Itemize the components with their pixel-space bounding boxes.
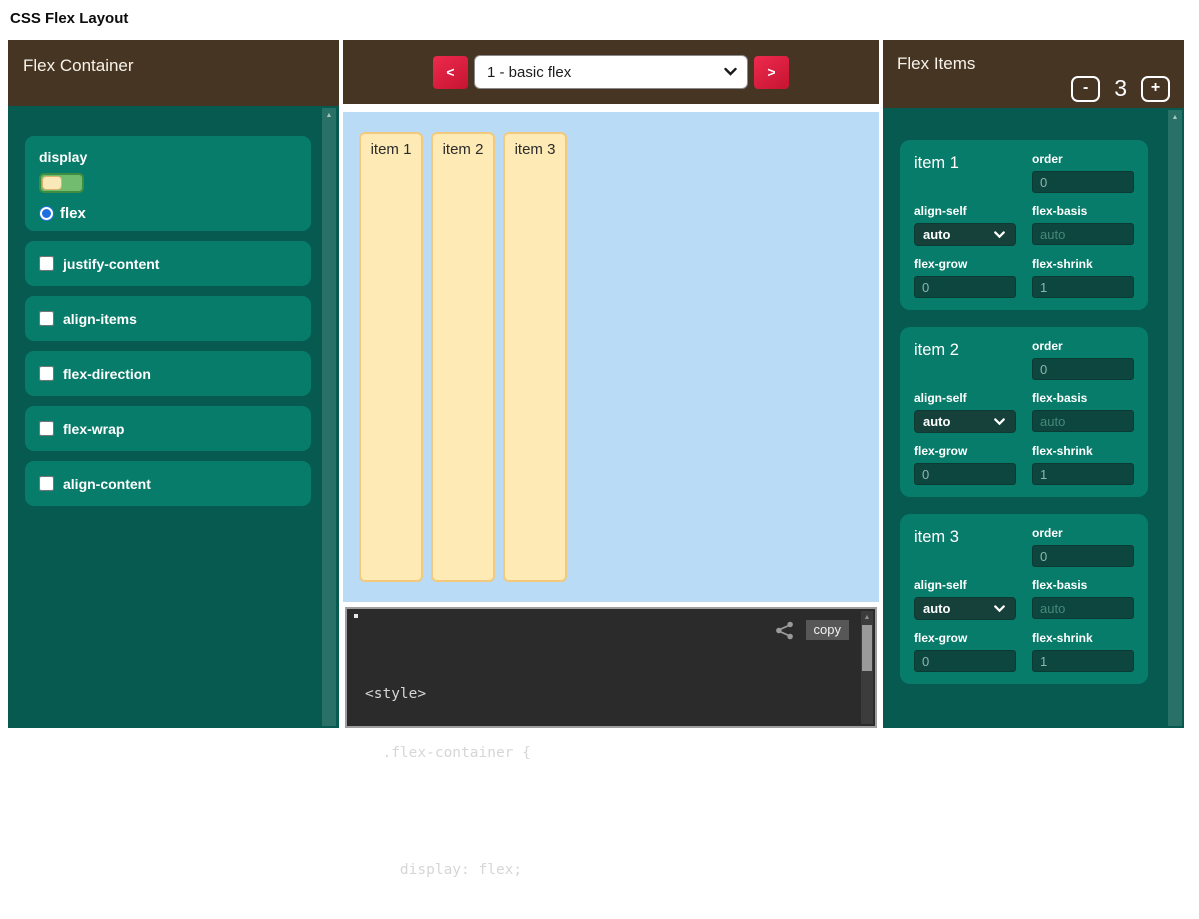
- add-item-button[interactable]: +: [1141, 76, 1170, 102]
- align-self-select[interactable]: auto: [914, 223, 1016, 246]
- toggle-knob-icon: [42, 176, 62, 190]
- align-self-label: align-self: [914, 578, 1016, 592]
- scroll-up-icon: ▲: [1168, 110, 1182, 122]
- flex-grow-label: flex-grow: [914, 631, 1016, 645]
- scroll-up-icon: ▲: [861, 611, 873, 622]
- flex-shrink-input[interactable]: [1032, 276, 1134, 298]
- code-line: .flex-container {: [365, 744, 875, 764]
- flex-container-preview: item 1 item 2 item 3: [343, 112, 879, 602]
- code-scrollbar[interactable]: ▲: [861, 611, 873, 724]
- flex-grow-input[interactable]: [914, 463, 1016, 485]
- property-card-align-content: align-content: [25, 461, 311, 506]
- order-input[interactable]: [1032, 545, 1134, 567]
- code-line: [365, 802, 875, 822]
- display-flex-radio-label: flex: [60, 205, 86, 222]
- code-viewer: copy <style> .flex-container { display: …: [345, 607, 877, 728]
- code-bullet-icon: [354, 614, 358, 618]
- order-input[interactable]: [1032, 358, 1134, 380]
- order-input[interactable]: [1032, 171, 1134, 193]
- item-count: 3: [1114, 75, 1127, 102]
- align-self-label: align-self: [914, 391, 1016, 405]
- flex-container-panel-title: Flex Container: [8, 40, 339, 106]
- item-name: item 2: [914, 339, 1016, 380]
- flex-basis-input[interactable]: [1032, 597, 1134, 619]
- code-block: <style> .flex-container { display: flex;: [347, 609, 875, 919]
- property-card-justify-content: justify-content: [25, 241, 311, 286]
- example-select[interactable]: 1 - basic flex: [474, 55, 748, 89]
- item-card-2: item 2 order align-self auto flex-basis: [900, 327, 1148, 497]
- flex-shrink-label: flex-shrink: [1032, 444, 1134, 458]
- flex-shrink-input[interactable]: [1032, 463, 1134, 485]
- flex-wrap-label: flex-wrap: [63, 421, 124, 437]
- flex-basis-label: flex-basis: [1032, 204, 1134, 218]
- flex-grow-input[interactable]: [914, 276, 1016, 298]
- justify-content-label: justify-content: [63, 256, 159, 272]
- item-card-1: item 1 order align-self auto flex-basis: [900, 140, 1148, 310]
- flex-item-preview-2: item 2: [431, 132, 495, 582]
- display-flex-radio[interactable]: [39, 206, 54, 221]
- code-line: display: flex;: [365, 861, 875, 881]
- flex-basis-label: flex-basis: [1032, 391, 1134, 405]
- flex-container-panel-body: display flex justify-content align-items…: [8, 106, 339, 728]
- flex-items-panel-body: item 1 order align-self auto flex-basis: [883, 108, 1184, 728]
- display-toggle[interactable]: [39, 173, 84, 193]
- property-card-flex-direction: flex-direction: [25, 351, 311, 396]
- align-items-checkbox[interactable]: [39, 311, 54, 326]
- order-label: order: [1032, 339, 1134, 353]
- code-scrollbar-thumb[interactable]: [862, 625, 872, 671]
- share-icon[interactable]: [774, 621, 795, 640]
- order-label: order: [1032, 526, 1134, 540]
- page-title: CSS Flex Layout: [10, 10, 128, 27]
- flex-grow-label: flex-grow: [914, 257, 1016, 271]
- align-self-select[interactable]: auto: [914, 410, 1016, 433]
- flex-basis-input[interactable]: [1032, 410, 1134, 432]
- item-card-3: item 3 order align-self auto flex-basis: [900, 514, 1148, 684]
- flex-grow-input[interactable]: [914, 650, 1016, 672]
- example-nav-bar: < 1 - basic flex >: [343, 40, 879, 104]
- property-card-align-items: align-items: [25, 296, 311, 341]
- code-line: <style>: [365, 685, 875, 705]
- right-panel-scrollbar[interactable]: ▲: [1168, 110, 1182, 726]
- flex-basis-label: flex-basis: [1032, 578, 1134, 592]
- flex-items-panel: Flex Items - 3 + item 1 order align-self…: [883, 40, 1184, 728]
- flex-grow-label: flex-grow: [914, 444, 1016, 458]
- flex-items-panel-title: Flex Items: [897, 54, 975, 73]
- flex-container-panel: Flex Container display flex justify-cont…: [8, 40, 339, 728]
- order-label: order: [1032, 152, 1134, 166]
- preview-panel: < 1 - basic flex > item 1 item 2 item 3: [343, 40, 879, 728]
- remove-item-button[interactable]: -: [1071, 76, 1100, 102]
- display-control-card: display flex: [25, 136, 311, 231]
- flex-wrap-checkbox[interactable]: [39, 421, 54, 436]
- copy-button[interactable]: copy: [806, 620, 849, 640]
- left-panel-scrollbar[interactable]: ▲: [322, 108, 336, 726]
- display-label: display: [39, 149, 297, 165]
- flex-shrink-label: flex-shrink: [1032, 631, 1134, 645]
- next-example-button[interactable]: >: [754, 56, 789, 89]
- align-self-select[interactable]: auto: [914, 597, 1016, 620]
- flex-shrink-label: flex-shrink: [1032, 257, 1134, 271]
- align-self-label: align-self: [914, 204, 1016, 218]
- align-content-label: align-content: [63, 476, 151, 492]
- flex-direction-checkbox[interactable]: [39, 366, 54, 381]
- align-content-checkbox[interactable]: [39, 476, 54, 491]
- property-card-flex-wrap: flex-wrap: [25, 406, 311, 451]
- flex-item-preview-3: item 3: [503, 132, 567, 582]
- align-items-label: align-items: [63, 311, 137, 327]
- flex-direction-label: flex-direction: [63, 366, 151, 382]
- flex-item-preview-1: item 1: [359, 132, 423, 582]
- scroll-up-icon: ▲: [322, 108, 336, 120]
- justify-content-checkbox[interactable]: [39, 256, 54, 271]
- flex-basis-input[interactable]: [1032, 223, 1134, 245]
- flex-shrink-input[interactable]: [1032, 650, 1134, 672]
- prev-example-button[interactable]: <: [433, 56, 468, 89]
- item-name: item 1: [914, 152, 1016, 193]
- item-name: item 3: [914, 526, 1016, 567]
